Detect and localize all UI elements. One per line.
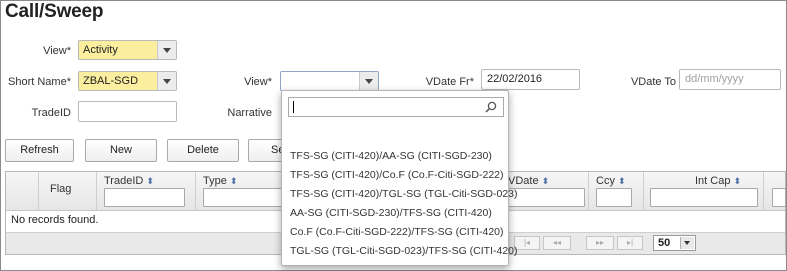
rows-per-page-select[interactable]: 50 (653, 235, 696, 251)
rows-per-page-value: 50 (658, 237, 671, 249)
column-header-int-cap[interactable]: Int Cap ⬍ (695, 175, 741, 187)
view-label: View* (43, 45, 71, 57)
vdate-from-label: VDate Fr* (425, 76, 474, 88)
view2-dropdown-panel: TFS-SG (CITI-420)/AA-SG (CITI-SGD-230) T… (281, 90, 518, 266)
column-divider (588, 172, 589, 210)
column-label: TradeID (104, 175, 144, 187)
trade-id-input[interactable] (78, 101, 177, 122)
column-label: Int Cap (695, 175, 731, 187)
narrative-label: Narrative (227, 107, 272, 119)
column-header-trade-id[interactable]: TradeID ⬍ (104, 175, 154, 187)
next-page-icon[interactable]: ▸▸ (586, 236, 614, 250)
new-button[interactable]: New (85, 139, 157, 162)
int-cap-filter-input[interactable] (650, 188, 758, 207)
view-select-value: Activity (83, 44, 118, 56)
refresh-button[interactable]: Refresh (5, 139, 74, 162)
dropdown-option[interactable]: TGL-SG (TGL-Citi-SGD-023)/TFS-SG (CITI-4… (290, 245, 518, 257)
dropdown-option[interactable]: TFS-SG (CITI-420)/Co.F (Co.F-Citi-SGD-22… (290, 169, 504, 181)
vdate-to-label: VDate To (630, 76, 676, 88)
view-select[interactable]: Activity (78, 40, 177, 60)
sort-icon[interactable]: ⬍ (230, 176, 238, 186)
short-name-value: ZBAL-SGD (83, 75, 139, 87)
column-divider (96, 172, 97, 210)
column-header-flag: Flag (50, 183, 72, 195)
first-page-icon[interactable]: |◂ (514, 236, 540, 250)
column-divider (38, 172, 39, 210)
trade-id-label: TradeID (31, 107, 71, 119)
search-icon (485, 101, 497, 113)
column-divider (643, 172, 644, 210)
trade-id-filter-input[interactable] (104, 188, 185, 207)
dropdown-option[interactable]: AA-SG (CITI-SGD-230)/TFS-SG (CITI-420) (290, 207, 492, 219)
no-records-message: No records found. (11, 214, 99, 226)
column-label: Ccy (596, 175, 615, 187)
view2-label: View* (244, 76, 272, 88)
ccy-filter-input[interactable] (596, 188, 632, 207)
dropdown-search-input[interactable] (288, 97, 504, 117)
column-header-vdate[interactable]: VDate ⬍ (508, 175, 549, 187)
column-label: VDate (508, 175, 539, 187)
view2-select[interactable] (280, 71, 379, 91)
last-page-icon[interactable]: ▸| (617, 236, 643, 250)
column-header-ccy[interactable]: Ccy ⬍ (596, 175, 626, 187)
type-filter-input[interactable] (203, 188, 283, 207)
column-header-type[interactable]: Type ⬍ (203, 175, 237, 187)
vdate-from-value: 22/02/2016 (487, 73, 543, 85)
column-divider (195, 172, 196, 210)
column-label: Type (203, 175, 227, 187)
chevron-down-icon[interactable] (157, 41, 176, 59)
dropdown-option[interactable]: TFS-SG (CITI-420)/TGL-SG (TGL-Citi-SGD-0… (290, 188, 518, 200)
page-title: Call/Sweep (5, 1, 104, 22)
column-divider (763, 172, 764, 210)
chevron-down-icon[interactable] (157, 72, 176, 90)
vdate-to-placeholder: dd/mm/yyyy (685, 73, 744, 85)
sort-icon[interactable]: ⬍ (146, 176, 154, 186)
short-name-label: Short Name* (8, 76, 71, 88)
dropdown-option[interactable]: Co.F (Co.F-Citi-SGD-222)/TFS-SG (CITI-42… (290, 226, 504, 238)
vdate-from-input[interactable]: 22/02/2016 (481, 69, 580, 90)
sort-icon[interactable]: ⬍ (733, 176, 741, 186)
vdate-filter-input[interactable] (508, 188, 585, 207)
short-name-select[interactable]: ZBAL-SGD (78, 71, 177, 91)
prev-page-icon[interactable]: ◂◂ (543, 236, 571, 250)
dropdown-option[interactable]: TFS-SG (CITI-420)/AA-SG (CITI-SGD-230) (290, 150, 492, 162)
next-column-filter-input[interactable] (772, 188, 786, 207)
chevron-down-icon[interactable] (680, 237, 694, 249)
text-cursor (293, 101, 294, 113)
chevron-down-icon[interactable] (359, 72, 378, 90)
vdate-to-input[interactable]: dd/mm/yyyy (679, 69, 781, 90)
sort-icon[interactable]: ⬍ (618, 176, 626, 186)
delete-button[interactable]: Delete (167, 139, 239, 162)
sort-icon[interactable]: ⬍ (542, 176, 550, 186)
